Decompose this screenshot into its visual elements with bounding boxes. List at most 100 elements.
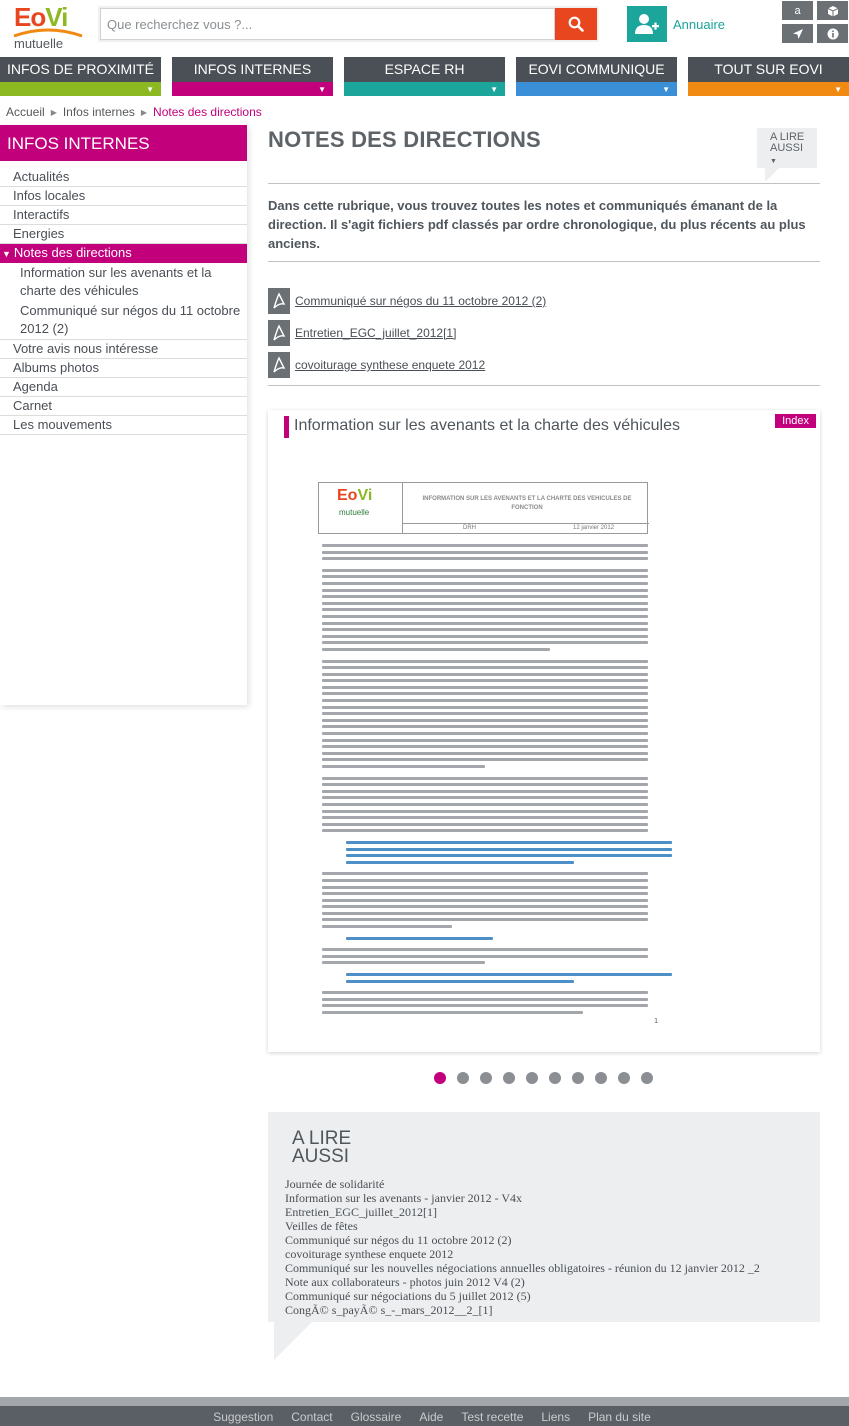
footer-link-test-recette[interactable]: Test recette [461,1406,523,1426]
document-link[interactable]: Communiqué sur négos du 11 octobre 2012 … [295,294,546,308]
footer-link-contact[interactable]: Contact [291,1406,332,1426]
pager-dot[interactable] [526,1072,538,1084]
breadcrumb-item[interactable]: Infos internes [63,105,135,119]
a-lire-aussi-item[interactable]: Communiqué sur les nouvelles négociation… [285,1261,760,1275]
sidebar-item-energies[interactable]: Energies [0,225,247,244]
text-line [346,979,575,983]
a-lire-aussi-item[interactable]: Veilles de fêtes [285,1219,760,1233]
text-line [322,892,648,896]
text-line [322,718,648,722]
sidebar-item-actualites[interactable]: Actualités [0,168,247,187]
sidebar-item-votre-avis[interactable]: Votre avis nous intéresse [0,340,247,359]
text-line [322,679,648,683]
nav-color-bar: ▼ [344,82,505,96]
a-lire-aussi-item[interactable]: Communiqué sur négociations du 5 juillet… [285,1289,760,1303]
pager-dot[interactable] [572,1072,584,1084]
a-lire-aussi-item[interactable]: Communiqué sur négos du 11 octobre 2012 … [285,1233,760,1247]
location-button[interactable] [782,24,813,43]
pager-dot[interactable] [549,1072,561,1084]
nav-tout-sur-eovi[interactable]: TOUT SUR EOVI ▼ [688,57,849,96]
footer-link-plan-du-site[interactable]: Plan du site [588,1406,651,1426]
nav-eovi-communique[interactable]: EOVI COMMUNIQUE ▼ [516,57,677,96]
text-line [322,961,485,965]
a-lire-aussi-item[interactable]: Entretien_EGC_juillet_2012[1] [285,1205,760,1219]
divider [268,261,820,262]
sidebar-item-mouvements[interactable]: Les mouvements [0,416,247,435]
pager-dot[interactable] [480,1072,492,1084]
text-line [322,918,648,922]
pdf-title: INFORMATION SUR LES AVENANTS ET LA CHART… [422,496,632,511]
text-line [322,745,648,749]
nav-infos-internes[interactable]: INFOS INTERNES ▼ [172,57,333,96]
sidebar-item-agenda[interactable]: Agenda [0,378,247,397]
a-lire-aussi-item[interactable]: CongÃ© s_payÃ© s_-_mars_2012__2_[1] [285,1303,760,1317]
chevron-down-icon: ▼ [662,85,670,94]
cube-button[interactable] [817,1,848,20]
sidebar-subitem-communique[interactable]: Communiqué sur négos du 11 octobre 2012 … [0,301,247,340]
footer-link-aide[interactable]: Aide [419,1406,443,1426]
breadcrumb: Accueil ▶ Infos internes ▶ Notes des dir… [6,105,262,119]
sidebar-item-albums-photos[interactable]: Albums photos [0,359,247,378]
caret-down-icon: ▼ [2,249,11,259]
breadcrumb-item[interactable]: Accueil [6,105,45,119]
text-line [346,936,493,940]
text-line [322,809,648,813]
text-line [322,1004,648,1008]
pager-dot[interactable] [618,1072,630,1084]
text-line [322,802,648,806]
sidebar-item-carnet[interactable]: Carnet [0,397,247,416]
document-link[interactable]: Entretien_EGC_juillet_2012[1] [295,326,456,340]
text-gap [322,772,648,777]
sidebar-item-interactifs[interactable]: Interactifs [0,206,247,225]
a-lire-aussi-item[interactable]: Information sur les avenants - janvier 2… [285,1191,760,1205]
text-line [322,568,648,572]
index-button[interactable]: Index [775,414,816,428]
a-lire-aussi-tab[interactable]: A LIRE AUSSI ▼ [757,128,817,182]
search-input[interactable] [100,8,555,40]
a-lire-aussi-item[interactable]: Note aux collaborateurs - photos juin 20… [285,1275,760,1289]
nav-color-bar: ▼ [172,82,333,96]
footer-link-suggestion[interactable]: Suggestion [213,1406,273,1426]
info-button[interactable] [817,24,848,43]
pdf-logo-wordmark: EoVi [337,487,373,504]
text-line [322,641,648,645]
pager-dot[interactable] [641,1072,653,1084]
sidebar-item-notes-des-directions[interactable]: ▼ Notes des directions [0,244,247,263]
footer-link-glossaire[interactable]: Glossaire [351,1406,402,1426]
a-lire-aussi-item[interactable]: Journée de solidarité [285,1177,760,1191]
pdf-page-preview[interactable]: EoVi mutuelle INFORMATION SUR LES AVENAN… [314,472,672,1032]
text-gap [322,655,648,660]
a-lire-aussi-item[interactable]: covoiturage synthese enquete 2012 [285,1247,760,1261]
annuaire-link[interactable]: Annuaire [627,6,725,42]
text-line [346,860,575,864]
pager-dot[interactable] [503,1072,515,1084]
pager-dot[interactable] [595,1072,607,1084]
sidebar-title: INFOS INTERNES [0,125,247,161]
nav-espace-rh[interactable]: ESPACE RH ▼ [344,57,505,96]
text-line [322,732,648,736]
font-size-button[interactable]: a [782,1,813,20]
text-line [322,954,648,958]
text-line [322,692,648,696]
text-line [322,898,648,902]
text-line [322,885,648,889]
sidebar-subitem-avenants[interactable]: Information sur les avenants et la chart… [0,263,247,301]
pdf-logo: EoVi mutuelle [319,483,403,533]
text-line [322,725,648,729]
eovi-logo[interactable]: EoVi mutuelle [12,0,84,54]
text-line [322,581,648,585]
divider [268,385,820,386]
sidebar-item-infos-locales[interactable]: Infos locales [0,187,247,206]
pager-dot[interactable] [457,1072,469,1084]
document-link[interactable]: covoiturage synthese enquete 2012 [295,358,485,372]
pdf-page-number: 1 [654,1018,658,1025]
pager-dot[interactable] [434,1072,446,1084]
footer-link-liens[interactable]: Liens [541,1406,570,1426]
document-item: covoiturage synthese enquete 2012 [268,349,546,381]
sidebar-item-label: Notes des directions [13,245,132,260]
chevron-down-icon: ▼ [834,85,842,94]
nav-infos-proximite[interactable]: INFOS DE PROXIMITÉ ▼ [0,57,161,96]
search-button[interactable] [555,8,597,40]
text-line [322,905,648,909]
nav-label: INFOS INTERNES [193,61,312,77]
